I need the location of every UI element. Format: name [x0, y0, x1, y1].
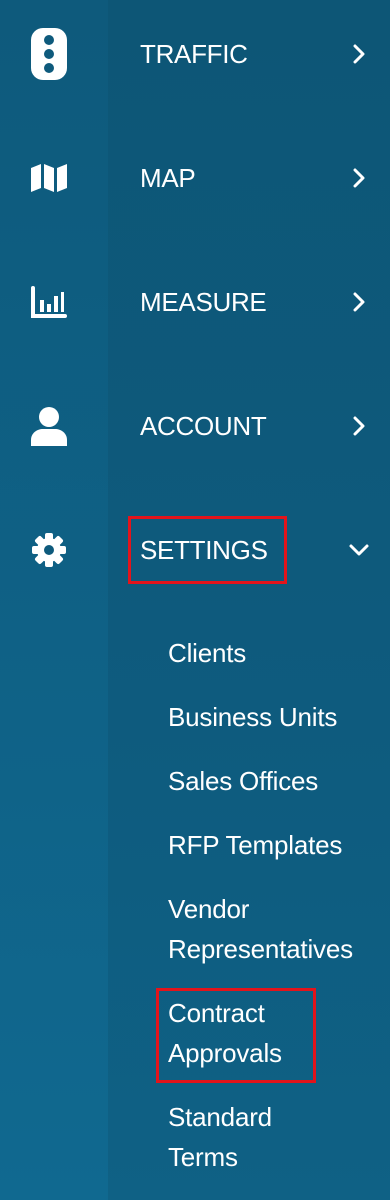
submenu-item-business-units[interactable]: Business Units [168, 697, 383, 737]
traffic-light-icon [24, 28, 74, 80]
chevron-right-icon [348, 43, 370, 65]
submenu-item-vendor-representatives[interactable]: Vendor Representatives [168, 889, 383, 969]
submenu-item-label-line: Terms [168, 1142, 238, 1172]
nav-item-label: SETTINGS [140, 534, 268, 565]
chevron-right-icon [348, 167, 370, 189]
chevron-right-icon [348, 415, 370, 437]
submenu-item-contract-approvals[interactable]: Contract Approvals [168, 993, 383, 1073]
submenu-item-label-line: Vendor [168, 894, 250, 924]
submenu-item-label-line: Contract [168, 998, 265, 1028]
nav-item-measure[interactable]: MEASURE [0, 267, 390, 337]
submenu-item-label-line: Standard [168, 1102, 272, 1132]
submenu-item-rfp-templates[interactable]: RFP Templates [168, 825, 383, 865]
submenu-item-label-line: Representatives [168, 934, 353, 964]
nav-item-account[interactable]: ACCOUNT [0, 391, 390, 461]
submenu-item-standard-terms[interactable]: Standard Terms [168, 1097, 383, 1177]
user-icon [24, 401, 74, 451]
nav-item-label: MAP [140, 162, 196, 193]
nav-item-map[interactable]: MAP [0, 143, 390, 213]
nav-item-settings[interactable]: SETTINGS [0, 515, 390, 585]
submenu-item-label-line: Approvals [168, 1038, 282, 1068]
submenu-item-clients[interactable]: Clients [168, 633, 383, 673]
chevron-right-icon [348, 291, 370, 313]
nav-item-label: ACCOUNT [140, 410, 267, 441]
nav-item-traffic[interactable]: TRAFFIC [0, 19, 390, 89]
submenu-item-sales-offices[interactable]: Sales Offices [168, 761, 383, 801]
nav-item-label: MEASURE [140, 286, 267, 317]
chevron-down-icon [348, 539, 370, 561]
nav-item-label: TRAFFIC [140, 38, 248, 69]
map-icon [24, 153, 74, 203]
gear-icon [24, 525, 74, 575]
bar-chart-icon [24, 277, 74, 327]
